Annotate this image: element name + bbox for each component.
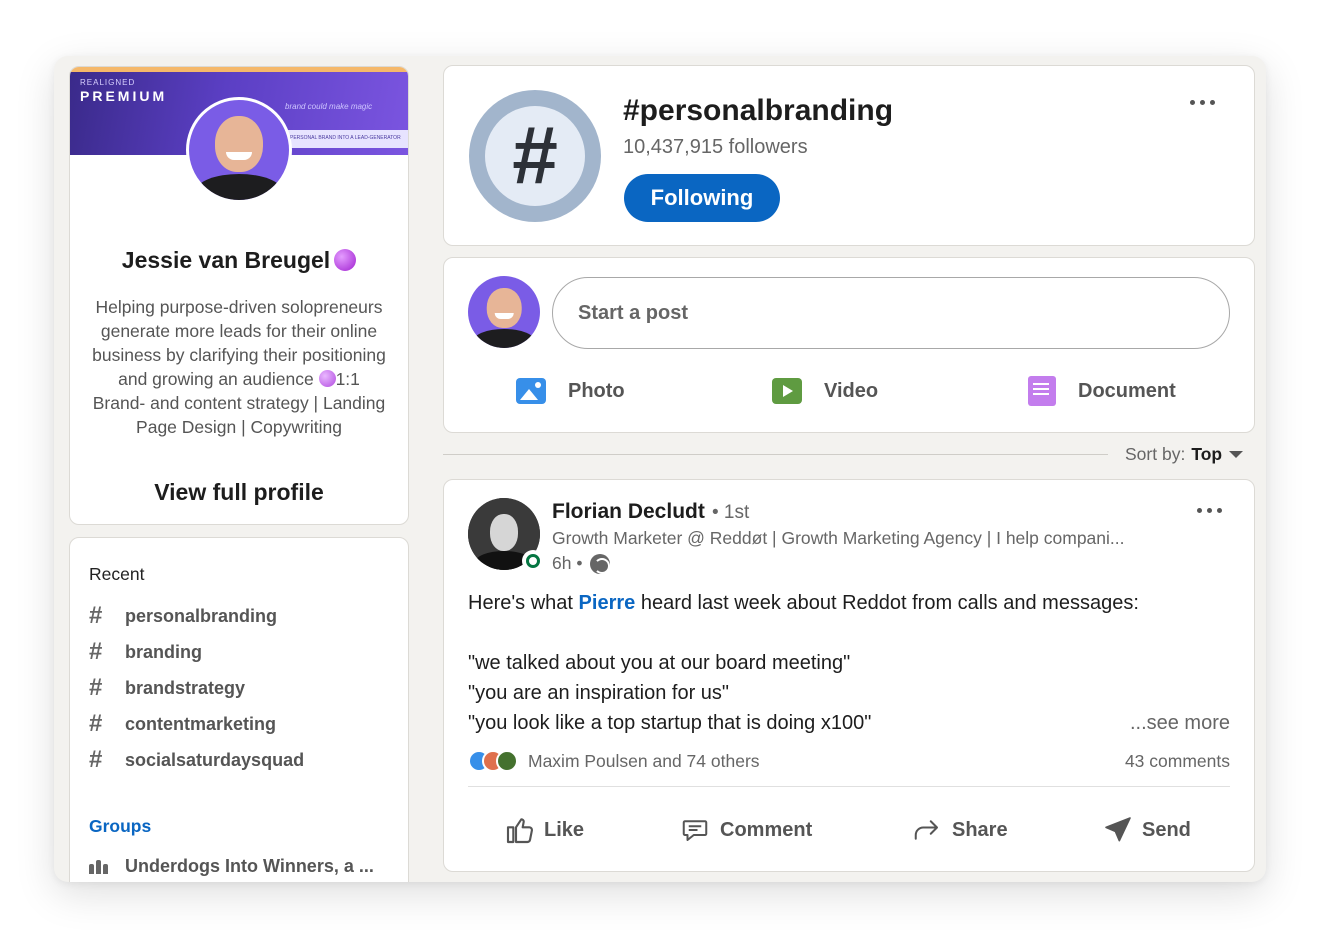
hashtag-icon: # bbox=[89, 746, 103, 773]
send-icon bbox=[1105, 817, 1131, 842]
group-item-underdogs[interactable]: Underdogs Into Winners, a ... bbox=[89, 856, 374, 877]
sort-value: Top bbox=[1191, 444, 1223, 464]
recent-item-label: branding bbox=[125, 641, 202, 662]
support-reaction-icon bbox=[496, 750, 518, 772]
see-more-link[interactable]: ...see more bbox=[1130, 712, 1230, 735]
feed-post: Florian Decludt • 1st Growth Marketer @ … bbox=[443, 479, 1255, 872]
author-description: Growth Marketer @ Reddøt | Growth Market… bbox=[552, 528, 1125, 548]
photo-button[interactable]: Photo bbox=[516, 373, 625, 409]
banner-tagline: brand could make magic bbox=[285, 102, 373, 111]
like-button[interactable]: Like bbox=[504, 810, 584, 850]
groups-link[interactable]: Groups bbox=[89, 816, 151, 837]
hashtag-icon: # bbox=[89, 674, 103, 701]
comment-button[interactable]: Comment bbox=[678, 810, 812, 850]
hashtag-icon: # bbox=[89, 638, 103, 665]
post-text-line: Here's what Pierre heard last week about… bbox=[468, 592, 1139, 615]
banner-brand: REALIGNED bbox=[80, 78, 136, 87]
hashtag-header-card: # #personalbranding 10,437,915 followers… bbox=[443, 65, 1255, 246]
sort-label: Sort by: bbox=[1125, 444, 1186, 464]
share-arrow-icon bbox=[914, 820, 938, 840]
globe-icon bbox=[590, 553, 611, 574]
profile-avatar[interactable] bbox=[186, 97, 292, 203]
hashtag-followers: 10,437,915 followers bbox=[623, 136, 808, 158]
document-button[interactable]: Document bbox=[1028, 373, 1176, 409]
comment-icon bbox=[682, 820, 708, 841]
post-composer-card: Start a post Photo Video Document bbox=[443, 257, 1255, 433]
like-label: Like bbox=[544, 818, 585, 841]
post-quote-2: "you are an inspiration for us" bbox=[468, 682, 730, 704]
purple-circle-icon bbox=[318, 370, 336, 387]
profile-name-row[interactable]: Jessie van Breugel bbox=[70, 247, 408, 274]
comments-count[interactable]: 43 comments bbox=[1125, 751, 1230, 772]
composer-avatar[interactable] bbox=[468, 276, 540, 348]
recent-title: Recent bbox=[89, 564, 145, 584]
post-text: heard last week about Reddot from calls … bbox=[640, 592, 1139, 614]
profile-card: REALIGNED PREMIUM brand could make magic… bbox=[69, 66, 409, 525]
more-options-icon[interactable] bbox=[1190, 100, 1215, 105]
comment-label: Comment bbox=[720, 818, 813, 841]
group-icon bbox=[89, 859, 125, 874]
video-button[interactable]: Video bbox=[772, 373, 878, 409]
recent-item-branding[interactable]: # branding bbox=[89, 638, 202, 665]
online-status-icon bbox=[522, 550, 544, 572]
post-quote-1: "we talked about you at our board meetin… bbox=[468, 652, 851, 674]
recent-item-label: brandstrategy bbox=[125, 677, 246, 698]
author-name[interactable]: Florian Decludt bbox=[552, 500, 705, 524]
mention-link[interactable]: Pierre bbox=[579, 592, 636, 614]
caret-down-icon bbox=[1229, 451, 1244, 458]
share-button[interactable]: Share bbox=[910, 810, 1008, 850]
share-label: Share bbox=[952, 818, 1008, 841]
following-button[interactable]: Following bbox=[624, 174, 780, 222]
start-post-input[interactable]: Start a post bbox=[552, 277, 1230, 349]
document-icon bbox=[1028, 376, 1056, 406]
post-time-text: 6h • bbox=[552, 553, 583, 573]
view-full-profile-link[interactable]: View full profile bbox=[70, 479, 408, 506]
recent-item-socialsaturdaysquad[interactable]: # socialsaturdaysquad bbox=[89, 746, 305, 773]
banner-premium-label: PREMIUM bbox=[80, 88, 168, 104]
banner-strip: PERSONAL BRAND INTO A LEAD-GENERATOR bbox=[286, 130, 408, 148]
photo-icon bbox=[516, 378, 546, 404]
document-label: Document bbox=[1078, 379, 1176, 402]
author-avatar[interactable] bbox=[468, 498, 544, 572]
group-item-label: Underdogs Into Winners, a ... bbox=[125, 856, 374, 876]
photo-label: Photo bbox=[568, 379, 625, 402]
video-icon bbox=[772, 378, 802, 404]
hashtag-icon: # bbox=[89, 602, 103, 629]
recent-item-label: socialsaturdaysquad bbox=[125, 749, 305, 770]
send-label: Send bbox=[1142, 818, 1191, 841]
sort-dropdown[interactable]: Sort by: Top bbox=[1125, 444, 1244, 465]
recent-card: Recent # personalbranding # branding # bran… bbox=[69, 537, 409, 882]
thumbs-up-icon bbox=[506, 818, 533, 844]
post-divider bbox=[468, 786, 1230, 787]
recent-item-contentmarketing[interactable]: # contentmarketing bbox=[89, 710, 277, 737]
hashtag-icon: # bbox=[89, 710, 103, 737]
post-time: 6h • bbox=[552, 553, 611, 574]
connection-degree: • 1st bbox=[712, 502, 750, 523]
video-label: Video bbox=[824, 379, 879, 402]
reactions-text: Maxim Poulsen and 74 others bbox=[528, 750, 760, 771]
sort-divider bbox=[443, 454, 1108, 455]
recent-item-personalbranding[interactable]: # personalbranding bbox=[89, 602, 278, 629]
recent-item-label: personalbranding bbox=[125, 605, 278, 626]
app-window: REALIGNED PREMIUM brand could make magic… bbox=[54, 56, 1266, 882]
hashtag-logo: # bbox=[469, 90, 601, 222]
post-text: Here's what bbox=[468, 592, 573, 614]
profile-name: Jessie van Breugel bbox=[121, 247, 331, 273]
profile-headline: Helping purpose-driven solopreneurs gene… bbox=[90, 295, 388, 439]
hashtag-icon: # bbox=[485, 106, 585, 206]
recent-item-brandstrategy[interactable]: # brandstrategy bbox=[89, 674, 246, 701]
post-quote-3: "you look like a top startup that is doi… bbox=[468, 712, 872, 734]
purple-circle-icon bbox=[334, 249, 357, 271]
post-more-options-icon[interactable] bbox=[1197, 508, 1222, 513]
hashtag-title: #personalbranding bbox=[623, 94, 894, 127]
recent-item-label: contentmarketing bbox=[125, 713, 277, 734]
send-button[interactable]: Send bbox=[1102, 810, 1191, 850]
reactions-summary[interactable]: Maxim Poulsen and 74 others bbox=[468, 750, 760, 772]
